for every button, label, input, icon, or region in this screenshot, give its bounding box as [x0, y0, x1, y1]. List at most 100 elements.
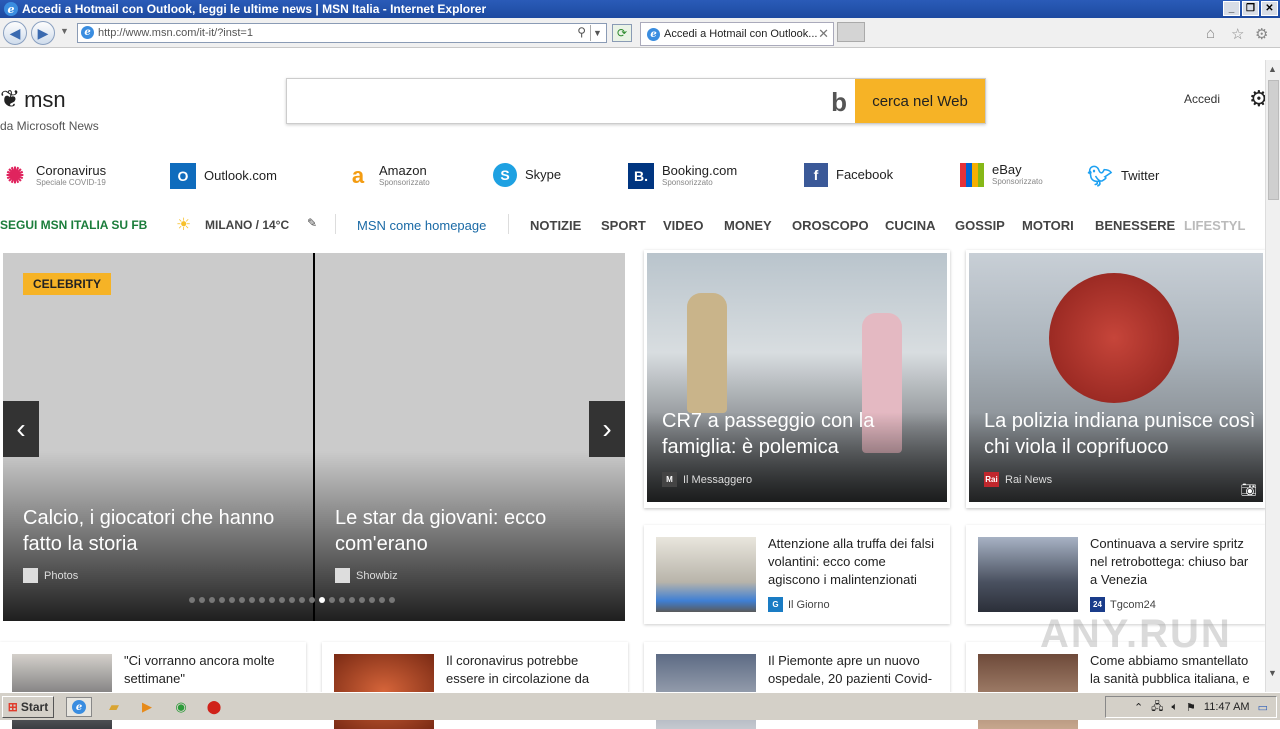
carousel-dot[interactable] — [389, 597, 395, 603]
carousel-slide[interactable]: Calcio, i giocatori che hanno fatto la s… — [3, 253, 313, 621]
tab-close-icon[interactable]: ✕ — [818, 26, 829, 42]
address-dropdown-icon[interactable]: ▼ — [590, 25, 604, 41]
news-title[interactable]: "Ci vorranno ancora molte settimane" — [124, 652, 296, 688]
news-card-large[interactable]: CR7 a passeggio con la famiglia: è polem… — [644, 250, 950, 508]
favorites-star-icon[interactable]: ☆ — [1231, 25, 1244, 43]
tray-expand-icon[interactable]: ⌃ — [1134, 701, 1143, 714]
home-icon[interactable]: ⌂ — [1206, 25, 1215, 42]
carousel-dot[interactable] — [189, 597, 195, 603]
nav-oroscopo[interactable]: OROSCOPO — [792, 218, 869, 233]
carousel-slide[interactable]: Le star da giovani: ecco com'erano Showb… — [315, 253, 625, 621]
address-bar[interactable]: e http://www.msn.com/it-it/?inst=1 ⚲ ▼ — [77, 23, 607, 43]
news-card[interactable]: Continuava a servire spritz nel retrobot… — [966, 525, 1266, 624]
search-input[interactable] — [297, 89, 817, 113]
nav-notizie[interactable]: NOTIZIE — [530, 218, 581, 233]
news-title[interactable]: Come abbiamo smantellato la sanità pubbl… — [1090, 652, 1256, 688]
quicklink-ebay[interactable]: eBay Sponsorizzato — [960, 163, 1043, 187]
news-title[interactable]: Il Piemonte apre un nuovo ospedale, 20 p… — [768, 652, 940, 688]
carousel-dot[interactable] — [379, 597, 385, 603]
category-tag[interactable]: CELEBRITY — [23, 273, 112, 295]
quicklink-booking[interactable]: B. Booking.com Sponsorizzato — [628, 163, 737, 189]
new-tab-button[interactable] — [837, 22, 865, 42]
minimize-button[interactable]: _ — [1223, 1, 1240, 16]
nav-motori[interactable]: MOTORI — [1022, 218, 1074, 233]
volume-icon[interactable]: 🔈︎ — [1171, 701, 1178, 714]
edit-pencil-icon[interactable]: ✎ — [307, 216, 317, 230]
ie-taskbar-icon[interactable]: e — [66, 697, 92, 717]
carousel-dot[interactable] — [279, 597, 285, 603]
carousel-dot[interactable] — [349, 597, 355, 603]
chrome-icon[interactable]: ◉ — [170, 697, 192, 717]
quicklink-skype[interactable]: S Skype — [493, 163, 561, 187]
carousel-dot[interactable] — [269, 597, 275, 603]
carousel-dot[interactable] — [339, 597, 345, 603]
web-search-button[interactable]: cerca nel Web — [855, 79, 985, 123]
news-card-large[interactable]: 📷︎ La polizia indiana punisce così chi v… — [966, 250, 1266, 508]
tools-gear-icon[interactable]: ⚙ — [1255, 25, 1268, 43]
network-icon[interactable]: 🖧︎ — [1151, 698, 1163, 717]
news-caption[interactable]: CR7 a passeggio con la famiglia: è polem… — [662, 408, 940, 460]
show-desktop-icon[interactable]: ▭ — [1258, 701, 1268, 714]
follow-facebook-link[interactable]: SEGUI MSN ITALIA SU FB — [0, 218, 147, 232]
carousel-dot[interactable] — [309, 597, 315, 603]
forward-icon[interactable]: ▶ — [31, 21, 55, 45]
vertical-scrollbar[interactable]: ▲ ▼ — [1265, 60, 1280, 692]
carousel-dot[interactable] — [289, 597, 295, 603]
carousel-dot[interactable] — [209, 597, 215, 603]
news-card[interactable]: Attenzione alla truffa dei falsi volanti… — [644, 525, 950, 624]
hero-carousel[interactable]: Calcio, i giocatori che hanno fatto la s… — [3, 253, 625, 621]
nav-money[interactable]: MONEY — [724, 218, 772, 233]
news-title[interactable]: Il coronavirus potrebbe essere in circol… — [446, 652, 618, 688]
set-homepage-link[interactable]: MSN come homepage — [357, 218, 486, 233]
nav-benessere[interactable]: BENESSERE — [1095, 218, 1175, 233]
browser-tab[interactable]: e Accedi a Hotmail con Outlook... ✕ — [640, 22, 834, 46]
carousel-dot[interactable] — [359, 597, 365, 603]
carousel-dot[interactable] — [319, 597, 325, 603]
carousel-dot[interactable] — [369, 597, 375, 603]
carousel-dot[interactable] — [259, 597, 265, 603]
carousel-next-icon[interactable]: › — [589, 401, 625, 457]
scroll-up-icon[interactable]: ▲ — [1268, 64, 1277, 74]
close-button[interactable]: ✕ — [1261, 1, 1278, 16]
news-title[interactable]: Continuava a servire spritz nel retrobot… — [1090, 535, 1256, 589]
carousel-dot[interactable] — [299, 597, 305, 603]
quicklink-outlook[interactable]: O Outlook.com — [170, 163, 277, 189]
search-icon[interactable]: ⚲ — [577, 25, 586, 39]
news-caption[interactable]: La polizia indiana punisce così chi viol… — [984, 408, 1256, 460]
slide-caption[interactable]: Calcio, i giocatori che hanno fatto la s… — [23, 505, 303, 557]
refresh-icon[interactable]: ⟳ — [612, 24, 632, 42]
search-box[interactable]: b cerca nel Web — [286, 78, 986, 124]
nav-video[interactable]: VIDEO — [663, 218, 703, 233]
media-player-icon[interactable]: ▶ — [136, 697, 158, 717]
history-dropdown-icon[interactable]: ▼ — [60, 26, 69, 36]
carousel-prev-icon[interactable]: ‹ — [3, 401, 39, 457]
carousel-dot[interactable] — [249, 597, 255, 603]
nav-cucina[interactable]: CUCINA — [885, 218, 936, 233]
nav-gossip[interactable]: GOSSIP — [955, 218, 1005, 233]
carousel-dot[interactable] — [239, 597, 245, 603]
carousel-dot[interactable] — [229, 597, 235, 603]
back-icon[interactable]: ◀ — [3, 21, 27, 45]
carousel-dot[interactable] — [219, 597, 225, 603]
quicklink-facebook[interactable]: f Facebook — [804, 163, 893, 187]
opera-icon[interactable]: ⬤ — [203, 697, 225, 717]
scroll-thumb[interactable] — [1268, 80, 1279, 200]
restore-button[interactable]: ❐ — [1242, 1, 1259, 16]
nav-sport[interactable]: SPORT — [601, 218, 646, 233]
start-button[interactable]: ⊞ Start — [2, 696, 54, 718]
explorer-folder-icon[interactable]: ▰ — [103, 697, 125, 717]
flag-icon[interactable]: ⚑ — [1186, 701, 1196, 714]
scroll-down-icon[interactable]: ▼ — [1268, 668, 1277, 678]
signin-link[interactable]: Accedi — [1184, 92, 1220, 106]
clock[interactable]: 11:47 AM — [1204, 701, 1250, 713]
news-title[interactable]: Attenzione alla truffa dei falsi volanti… — [768, 535, 940, 589]
slide-caption[interactable]: Le star da giovani: ecco com'erano — [335, 505, 615, 557]
weather-location[interactable]: MILANO / 14°C — [205, 218, 289, 232]
carousel-dot[interactable] — [199, 597, 205, 603]
msn-logo[interactable]: ❦ msn — [0, 85, 66, 114]
carousel-dot[interactable] — [329, 597, 335, 603]
quicklink-coronavirus[interactable]: ✺ Coronavirus Speciale COVID-19 — [2, 163, 106, 189]
nav-lifestyle[interactable]: LIFESTYL — [1184, 218, 1260, 233]
quicklink-twitter[interactable]: 🐦︎ Twitter — [1087, 163, 1159, 189]
quicklink-amazon[interactable]: a Amazon Sponsorizzato — [345, 163, 430, 189]
